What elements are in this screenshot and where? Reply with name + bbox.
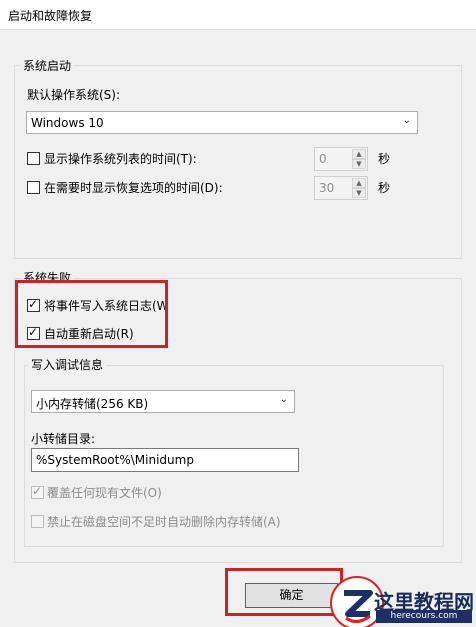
highlight-box-ok-button <box>225 568 343 616</box>
highlight-box-checkboxes <box>15 280 168 348</box>
chevron-down-icon: ⌄ <box>402 115 411 126</box>
dump-dir-input[interactable] <box>32 449 298 471</box>
seconds-unit-label: 秒 <box>378 152 391 166</box>
spin-up-icon[interactable]: ▲ <box>352 149 366 159</box>
dialog-title: 启动和故障恢复 <box>8 9 93 23</box>
spin-down-icon[interactable]: ▼ <box>352 159 366 169</box>
debug-info-legend: 写入调试信息 <box>28 358 107 372</box>
spin-up-icon[interactable]: ▲ <box>352 178 366 188</box>
dump-dir-field[interactable] <box>31 448 299 472</box>
default-os-value: Windows 10 <box>31 116 104 130</box>
show-recovery-value: 30 <box>319 181 335 195</box>
show-os-list-value: 0 <box>319 152 327 166</box>
default-os-label: 默认操作系统(S): <box>27 88 121 102</box>
disable-auto-delete-checkbox[interactable] <box>31 515 44 528</box>
show-recovery-label: 在需要时显示恢复选项的时间(D): <box>44 181 223 195</box>
dump-type-value: 小内存转储(256 KB) <box>36 397 149 411</box>
disable-auto-delete-label: 禁止在磁盘空间不足时自动删除内存转储(A) <box>47 515 281 529</box>
seconds-unit-label: 秒 <box>378 181 391 195</box>
overwrite-label: 覆盖任何现有文件(O) <box>47 486 162 500</box>
dump-type-select[interactable]: 小内存转储(256 KB) ⌄ <box>31 390 295 413</box>
spin-down-icon[interactable]: ▼ <box>352 188 366 198</box>
show-os-list-checkbox[interactable] <box>27 152 40 165</box>
dump-dir-label: 小转储目录: <box>31 432 96 446</box>
overwrite-checkbox[interactable] <box>31 484 44 499</box>
system-startup-legend: 系统启动 <box>20 59 75 73</box>
show-recovery-checkbox[interactable] <box>27 181 40 194</box>
default-os-select[interactable]: Windows 10 ⌄ <box>26 111 418 134</box>
watermark-subtitle: herecours.com <box>376 610 472 623</box>
show-os-list-spinner[interactable]: 0 ▲ ▼ <box>314 147 368 171</box>
show-recovery-spinner[interactable]: 30 ▲ ▼ <box>314 176 368 200</box>
chevron-down-icon: ⌄ <box>279 394 288 405</box>
show-os-list-label: 显示操作系统列表的时间(T): <box>44 152 197 166</box>
dialog-titlebar: 启动和故障恢复 <box>0 0 476 30</box>
